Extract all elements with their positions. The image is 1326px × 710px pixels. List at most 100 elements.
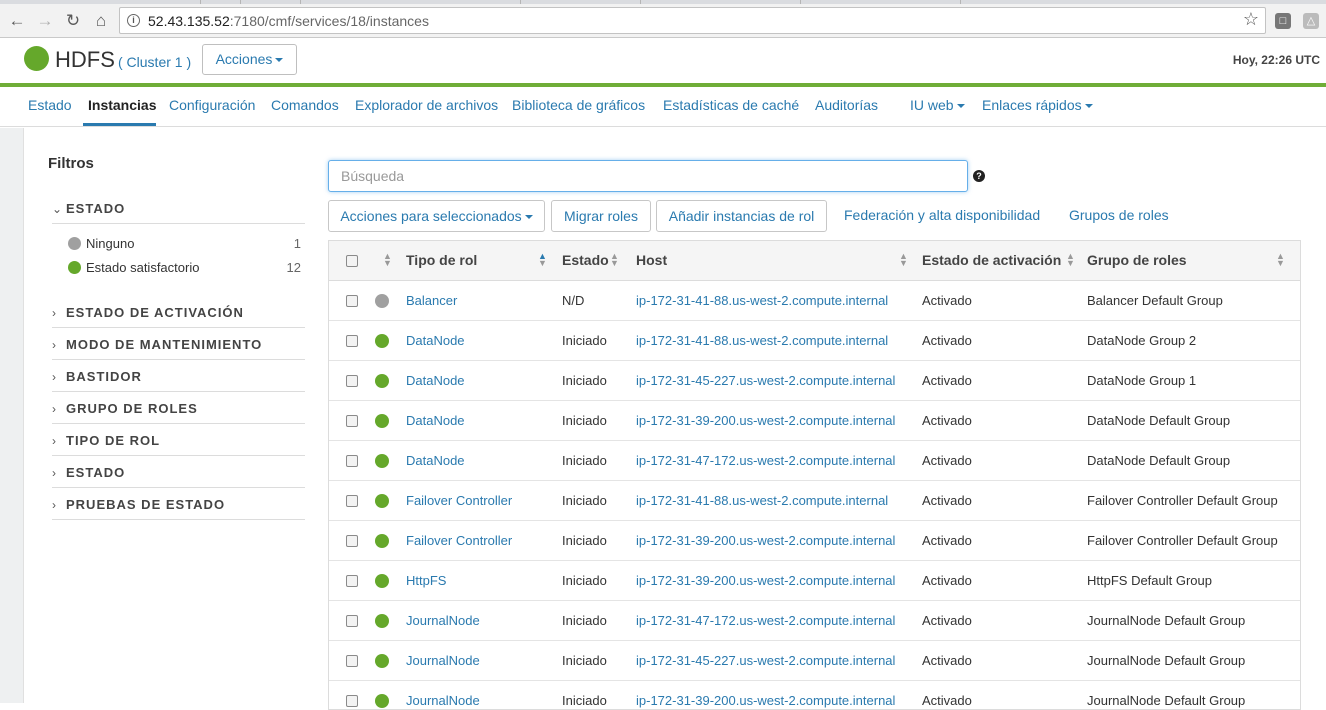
role-type-link[interactable]: Failover Controller	[406, 533, 512, 548]
sort-role-type-icon[interactable]: ▲ ▼	[538, 252, 547, 268]
filter-group-tipo-rol[interactable]: › TIPO DE ROL	[52, 432, 305, 456]
sort-host-icon[interactable]: ▲ ▼	[899, 252, 908, 268]
tab-biblioteca-graficos[interactable]: Biblioteca de gráficos	[512, 97, 645, 113]
table-row[interactable]: JournalNode Iniciado ip-172-31-39-200.us-w…	[329, 681, 1300, 709]
tab-auditorias[interactable]: Auditorías	[815, 97, 878, 113]
filter-group-estado-expanded[interactable]: ⌄ ESTADO	[52, 200, 305, 224]
filter-group-modo-mantenimiento[interactable]: › MODO DE MANTENIMIENTO	[52, 336, 305, 360]
tab-configuracion[interactable]: Configuración	[169, 97, 255, 113]
filter-group-estado-activacion[interactable]: › ESTADO DE ACTIVACIÓN	[52, 304, 305, 328]
table-row[interactable]: Failover Controller Iniciado ip-172-31-39-…	[329, 521, 1300, 561]
sort-role-group-icon[interactable]: ▲ ▼	[1276, 252, 1285, 268]
role-type-link[interactable]: DataNode	[406, 453, 465, 468]
add-role-instances-button[interactable]: Añadir instancias de rol	[656, 200, 827, 232]
url-text[interactable]: 52.43.135.52:7180/cmf/services/18/instan…	[148, 13, 429, 29]
role-type-link[interactable]: JournalNode	[406, 693, 480, 708]
row-checkbox[interactable]	[346, 535, 358, 547]
column-header-role-group[interactable]: Grupo de roles	[1087, 252, 1187, 268]
tab-comandos[interactable]: Comandos	[271, 97, 339, 113]
row-checkbox[interactable]	[346, 415, 358, 427]
actions-dropdown-button[interactable]: Acciones	[202, 44, 297, 75]
row-checkbox[interactable]	[346, 615, 358, 627]
row-checkbox[interactable]	[346, 575, 358, 587]
filter-group-label: GRUPO DE ROLES	[66, 401, 198, 416]
pdf-extension-icon[interactable]: △	[1303, 13, 1319, 29]
table-row[interactable]: Balancer N/D ip-172-31-41-88.us-west-2.com…	[329, 281, 1300, 321]
filter-group-bastidor[interactable]: › BASTIDOR	[52, 368, 305, 392]
caret-down-icon	[1084, 104, 1093, 109]
tab-instancias[interactable]: Instancias	[88, 97, 156, 113]
column-header-state[interactable]: Estado	[562, 252, 609, 268]
federation-ha-link[interactable]: Federación y alta disponibilidad	[844, 207, 1040, 223]
info-icon[interactable]: i	[127, 14, 140, 27]
filter-item-estado-satisfactorio[interactable]: Estado satisfactorio 12	[68, 260, 301, 278]
help-icon[interactable]: ?	[973, 170, 985, 182]
filter-group-pruebas-estado[interactable]: › PRUEBAS DE ESTADO	[52, 496, 305, 520]
table-row[interactable]: DataNode Iniciado ip-172-31-45-227.us-west…	[329, 361, 1300, 401]
row-checkbox[interactable]	[346, 455, 358, 467]
chevron-right-icon: ›	[52, 402, 56, 416]
host-link[interactable]: ip-172-31-45-227.us-west-2.compute.inter…	[636, 653, 895, 668]
role-type-link[interactable]: DataNode	[406, 373, 465, 388]
host-link[interactable]: ip-172-31-41-88.us-west-2.compute.intern…	[636, 493, 888, 508]
row-checkbox[interactable]	[346, 495, 358, 507]
reload-icon[interactable]: ↻	[61, 9, 85, 33]
filter-group-grupo-roles[interactable]: › GRUPO DE ROLES	[52, 400, 305, 424]
row-checkbox[interactable]	[346, 295, 358, 307]
host-link[interactable]: ip-172-31-47-172.us-west-2.compute.inter…	[636, 453, 895, 468]
tab-explorador-archivos[interactable]: Explorador de archivos	[355, 97, 498, 113]
forward-icon[interactable]: →	[33, 9, 57, 33]
host-link[interactable]: ip-172-31-41-88.us-west-2.compute.intern…	[636, 293, 888, 308]
role-type-link[interactable]: Failover Controller	[406, 493, 512, 508]
column-header-role-type[interactable]: Tipo de rol	[406, 252, 477, 268]
sort-status-icon[interactable]: ▲ ▼	[383, 252, 392, 268]
column-header-host[interactable]: Host	[636, 252, 667, 268]
cluster-link[interactable]: ( Cluster 1 )	[118, 54, 191, 70]
bulk-actions-button[interactable]: Acciones para seleccionados	[328, 200, 545, 232]
role-type-link[interactable]: Balancer	[406, 293, 457, 308]
host-link[interactable]: ip-172-31-39-200.us-west-2.compute.inter…	[636, 693, 895, 708]
filter-item-ninguno[interactable]: Ninguno 1	[68, 236, 301, 254]
table-row[interactable]: DataNode Iniciado ip-172-31-41-88.us-west-…	[329, 321, 1300, 361]
host-link[interactable]: ip-172-31-39-200.us-west-2.compute.inter…	[636, 573, 895, 588]
role-groups-link[interactable]: Grupos de roles	[1069, 207, 1169, 223]
row-checkbox[interactable]	[346, 655, 358, 667]
tab-estado[interactable]: Estado	[28, 97, 72, 113]
role-type-link[interactable]: DataNode	[406, 333, 465, 348]
table-row[interactable]: Failover Controller Iniciado ip-172-31-41-…	[329, 481, 1300, 521]
search-input[interactable]	[329, 161, 967, 191]
role-type-link[interactable]: JournalNode	[406, 653, 480, 668]
address-bar[interactable]: i 52.43.135.52:7180/cmf/services/18/inst…	[119, 7, 1266, 34]
tab-iu-web[interactable]: IU web	[910, 97, 965, 113]
role-type-link[interactable]: DataNode	[406, 413, 465, 428]
host-link[interactable]: ip-172-31-39-200.us-west-2.compute.inter…	[636, 413, 895, 428]
role-group: Failover Controller Default Group	[1087, 493, 1278, 508]
tab-enlaces-rapidos[interactable]: Enlaces rápidos	[982, 97, 1093, 113]
migrate-roles-button[interactable]: Migrar roles	[551, 200, 651, 232]
column-header-commission[interactable]: Estado de activación	[922, 252, 1061, 268]
table-row[interactable]: JournalNode Iniciado ip-172-31-45-227.us-w…	[329, 641, 1300, 681]
back-icon[interactable]: ←	[5, 9, 29, 33]
sort-commission-icon[interactable]: ▲ ▼	[1066, 252, 1075, 268]
table-row[interactable]: JournalNode Iniciado ip-172-31-47-172.us-w…	[329, 601, 1300, 641]
row-checkbox[interactable]	[346, 695, 358, 707]
table-row[interactable]: DataNode Iniciado ip-172-31-39-200.us-west…	[329, 401, 1300, 441]
host-link[interactable]: ip-172-31-39-200.us-west-2.compute.inter…	[636, 533, 895, 548]
table-row[interactable]: HttpFS Iniciado ip-172-31-39-200.us-west-2…	[329, 561, 1300, 601]
role-type-link[interactable]: HttpFS	[406, 573, 446, 588]
sort-state-icon[interactable]: ▲ ▼	[610, 252, 619, 268]
home-icon[interactable]: ⌂	[89, 9, 113, 33]
filter-group-estado-2[interactable]: › ESTADO	[52, 464, 305, 488]
tab-estadisticas-cache[interactable]: Estadísticas de caché	[663, 97, 799, 113]
row-checkbox[interactable]	[346, 375, 358, 387]
host-link[interactable]: ip-172-31-45-227.us-west-2.compute.inter…	[636, 373, 895, 388]
host-link[interactable]: ip-172-31-47-172.us-west-2.compute.inter…	[636, 613, 895, 628]
host-link[interactable]: ip-172-31-41-88.us-west-2.compute.intern…	[636, 333, 888, 348]
row-checkbox[interactable]	[346, 335, 358, 347]
role-type-link[interactable]: JournalNode	[406, 613, 480, 628]
role-group: DataNode Default Group	[1087, 413, 1231, 428]
extension-icon[interactable]: □	[1275, 13, 1291, 29]
bookmark-star-icon[interactable]: ☆	[1243, 9, 1259, 30]
table-row[interactable]: DataNode Iniciado ip-172-31-47-172.us-west…	[329, 441, 1300, 481]
select-all-checkbox[interactable]	[346, 255, 358, 267]
